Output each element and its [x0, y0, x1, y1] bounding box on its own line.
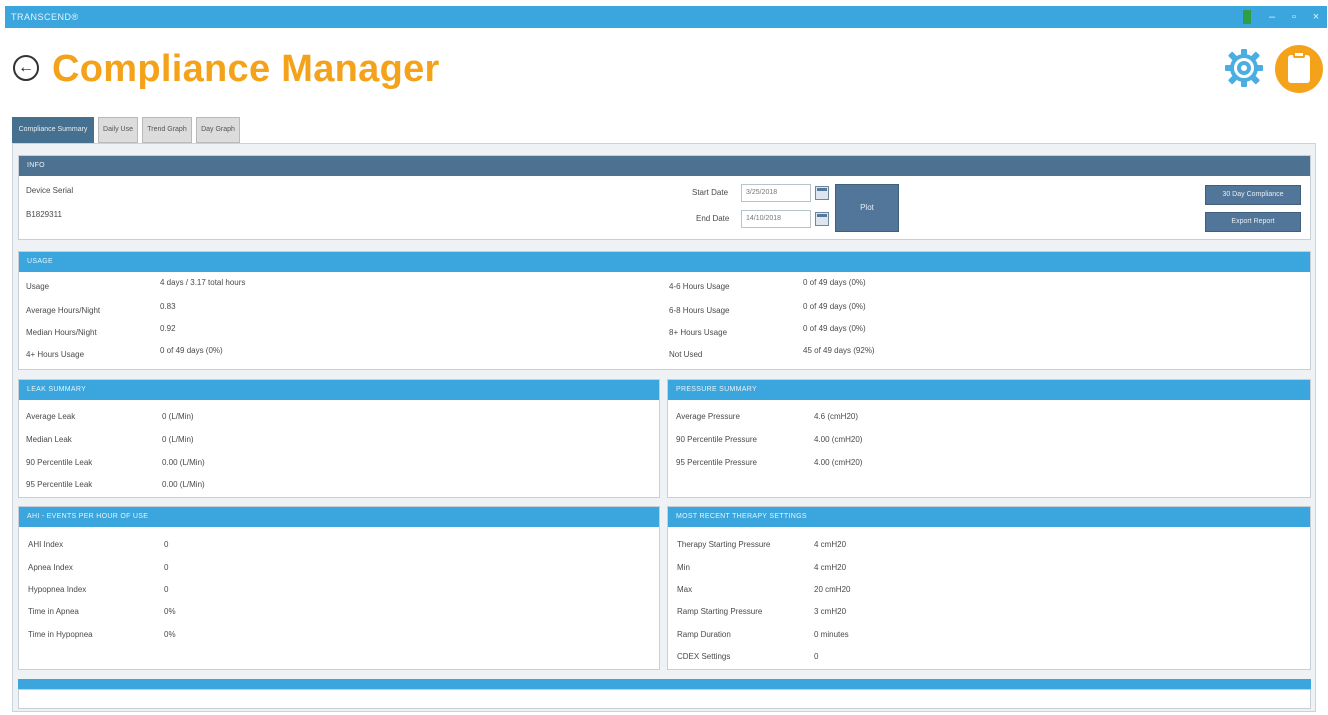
time-in-apnea-value: 0%: [164, 607, 176, 616]
ahi-header: AHI - EVENTS PER HOUR OF USE: [19, 507, 659, 527]
clipboard-board: [1288, 55, 1310, 83]
time-in-hypopnea-label: Time in Hypopnea: [28, 630, 93, 639]
median-leak-label: Median Leak: [26, 435, 72, 444]
median-hours-value: 0.92: [160, 324, 176, 333]
8plus-hours-value: 0 of 49 days (0%): [803, 324, 866, 333]
90-percentile-pressure-value: 4.00 (cmH20): [814, 435, 863, 444]
leak-summary-section: LEAK SUMMARY Average Leak 0 (L/Min) Medi…: [18, 379, 660, 498]
leak-summary-header: LEAK SUMMARY: [19, 380, 659, 400]
hypopnea-index-label: Hypopnea Index: [28, 585, 87, 594]
bottom-section-header: [18, 679, 1311, 689]
window-title-bar: TRANSCEND® – ▫ ×: [5, 6, 1327, 28]
app-title: TRANSCEND®: [11, 12, 79, 22]
apnea-index-value: 0: [164, 563, 169, 572]
apnea-index-label: Apnea Index: [28, 563, 73, 572]
end-date-label: End Date: [696, 214, 730, 223]
clipboard-icon[interactable]: [1275, 45, 1323, 93]
average-hours-label: Average Hours/Night: [26, 306, 101, 315]
time-in-apnea-label: Time in Apnea: [28, 607, 79, 616]
max-pressure-label: Max: [677, 585, 693, 594]
ramp-duration-label: Ramp Duration: [677, 630, 731, 639]
4plus-hours-label: 4+ Hours Usage: [26, 350, 85, 359]
90-percentile-leak-label: 90 Percentile Leak: [26, 458, 93, 467]
average-pressure-label: Average Pressure: [676, 412, 740, 421]
ahi-index-value: 0: [164, 540, 169, 549]
start-date-field[interactable]: 3/25/2018: [741, 184, 811, 202]
device-serial-label: Device Serial: [26, 186, 74, 195]
average-pressure-value: 4.6 (cmH20): [814, 412, 859, 421]
95-percentile-pressure-value: 4.00 (cmH20): [814, 458, 863, 467]
therapy-settings-header: MOST RECENT THERAPY SETTINGS: [668, 507, 1310, 527]
ramp-starting-pressure-label: Ramp Starting Pressure: [677, 607, 763, 616]
close-button[interactable]: ×: [1307, 9, 1325, 25]
usage-value: 4 days / 3.17 total hours: [160, 278, 246, 287]
info-section: INFO Device Serial B1829311 Start Date 3…: [18, 155, 1311, 240]
ahi-section: AHI - EVENTS PER HOUR OF USE AHI Index 0…: [18, 506, 660, 670]
average-hours-value: 0.83: [160, 302, 176, 311]
median-hours-label: Median Hours/Night: [26, 328, 97, 337]
page-title: Compliance Manager: [52, 48, 440, 90]
therapy-settings-section: MOST RECENT THERAPY SETTINGS Therapy Sta…: [667, 506, 1311, 670]
4-6-hours-value: 0 of 49 days (0%): [803, 278, 866, 287]
95-percentile-pressure-label: 95 Percentile Pressure: [676, 458, 757, 467]
cdex-settings-label: CDEX Settings: [677, 652, 731, 661]
usage-section: USAGE Usage 4 days / 3.17 total hours Av…: [18, 251, 1311, 370]
95-percentile-leak-value: 0.00 (L/Min): [162, 480, 205, 489]
ramp-duration-value: 0 minutes: [814, 630, 849, 639]
pressure-summary-header: PRESSURE SUMMARY: [668, 380, 1310, 400]
clipboard-clip: [1293, 51, 1305, 58]
6-8-hours-label: 6-8 Hours Usage: [669, 306, 730, 315]
settings-gear-icon[interactable]: [1221, 45, 1267, 91]
ramp-starting-pressure-value: 3 cmH20: [814, 607, 847, 616]
average-leak-label: Average Leak: [26, 412, 76, 421]
not-used-label: Not Used: [669, 350, 703, 359]
back-arrow-icon: ←: [18, 59, 34, 76]
min-pressure-label: Min: [677, 563, 690, 572]
tab-day-graph[interactable]: Day Graph: [196, 117, 240, 143]
device-serial-value: B1829311: [26, 210, 62, 219]
not-used-value: 45 of 49 days (92%): [803, 346, 875, 355]
usage-label: Usage: [26, 282, 50, 291]
usage-header: USAGE: [19, 252, 1310, 272]
start-date-calendar-icon[interactable]: [815, 186, 829, 200]
min-pressure-value: 4 cmH20: [814, 563, 847, 572]
90-percentile-leak-value: 0.00 (L/Min): [162, 458, 205, 467]
max-pressure-value: 20 cmH20: [814, 585, 851, 594]
info-header: INFO: [19, 156, 1310, 176]
therapy-starting-pressure-label: Therapy Starting Pressure: [677, 540, 771, 549]
minimize-button[interactable]: –: [1263, 9, 1281, 25]
90-percentile-pressure-label: 90 Percentile Pressure: [676, 435, 757, 444]
start-date-label: Start Date: [692, 188, 729, 197]
bottom-section: [18, 689, 1311, 709]
average-leak-value: 0 (L/Min): [162, 412, 194, 421]
end-date-calendar-icon[interactable]: [815, 212, 829, 226]
4plus-hours-value: 0 of 49 days (0%): [160, 346, 223, 355]
therapy-starting-pressure-value: 4 cmH20: [814, 540, 847, 549]
hypopnea-index-value: 0: [164, 585, 169, 594]
pressure-summary-section: PRESSURE SUMMARY Average Pressure 4.6 (c…: [667, 379, 1311, 498]
tab-trend-graph[interactable]: Trend Graph: [142, 117, 192, 143]
tab-daily-use[interactable]: Daily Use: [98, 117, 138, 143]
95-percentile-leak-label: 95 Percentile Leak: [26, 480, 93, 489]
restore-button[interactable]: ▫: [1285, 9, 1303, 25]
plot-button[interactable]: Plot: [835, 184, 899, 232]
flag-icon: [1243, 10, 1251, 24]
back-button[interactable]: ←: [13, 55, 39, 81]
4-6-hours-label: 4-6 Hours Usage: [669, 282, 730, 291]
median-leak-value: 0 (L/Min): [162, 435, 194, 444]
time-in-hypopnea-value: 0%: [164, 630, 176, 639]
6-8-hours-value: 0 of 49 days (0%): [803, 302, 866, 311]
export-report-button[interactable]: Export Report: [1205, 212, 1301, 232]
cdex-settings-value: 0: [814, 652, 819, 661]
tab-compliance-summary[interactable]: Compliance Summary: [12, 117, 94, 143]
8plus-hours-label: 8+ Hours Usage: [669, 328, 728, 337]
30-day-compliance-button[interactable]: 30 Day Compliance: [1205, 185, 1301, 205]
compliance-summary-panel: INFO Device Serial B1829311 Start Date 3…: [12, 143, 1316, 712]
ahi-index-label: AHI Index: [28, 540, 64, 549]
end-date-field[interactable]: 14/10/2018: [741, 210, 811, 228]
